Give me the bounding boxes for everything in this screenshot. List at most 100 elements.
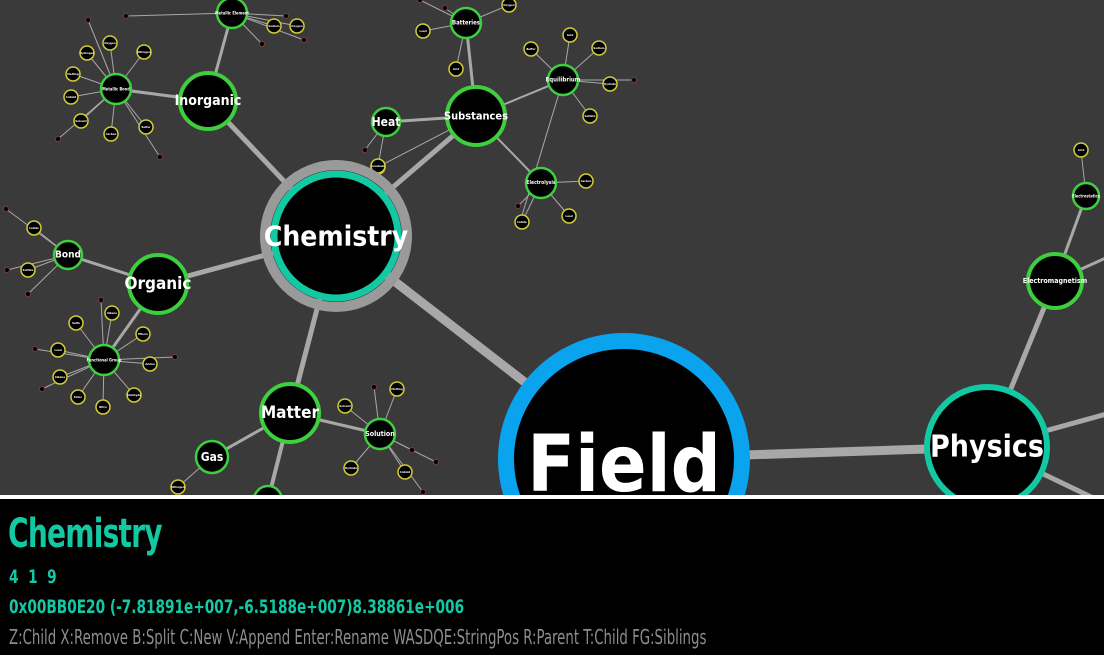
node-electrostat[interactable]: Electrostatics (1071, 181, 1101, 211)
node-dot (32, 346, 38, 352)
node-acid[interactable]: Acid (562, 27, 578, 43)
node-dot (157, 154, 163, 160)
node-alkane[interactable]: Alkane (52, 369, 68, 385)
node-label-hydrate: Hydrate (604, 82, 616, 86)
node-buffer[interactable]: Buffer (523, 41, 539, 57)
node-electrolysis[interactable]: Electrolysis (524, 166, 558, 200)
node-dot (409, 447, 415, 453)
node-dot (123, 13, 129, 19)
node-dot (3, 206, 9, 212)
mind-map-canvas[interactable]: Sulfo Alkene Ethers Amine Aldehyde Nitro Ester… (0, 0, 1104, 495)
node-label-solvent: Solvent (75, 119, 87, 123)
node-layer: Sulfo Alkene Ethers Amine Aldehyde Nitro Ester… (3, 0, 1101, 495)
node-label-iodide: Iodide (517, 220, 527, 224)
node-lead[interactable]: Lead (415, 23, 431, 39)
node-bond[interactable]: Bond (52, 239, 84, 271)
node-label-matter: Matter (261, 403, 320, 423)
node-acid[interactable]: Acid (1073, 142, 1089, 158)
graph-view[interactable]: Sulfo Alkene Ethers Amine Aldehyde Nitro Ester… (0, 0, 1104, 495)
node-label-gas: Gas (201, 450, 224, 464)
node-sodium[interactable]: Sodium (591, 40, 607, 56)
node-label-metallic_element: Metallic Element (215, 11, 249, 16)
node-label-colloid: Colloid (400, 470, 410, 474)
node-dot (417, 0, 423, 3)
node-solvent[interactable]: Solvent (73, 113, 89, 129)
node-label-inorganic: Inorganic (175, 93, 242, 109)
node-amine[interactable]: Amine (142, 356, 158, 372)
node-hydrate[interactable]: Hydrate (343, 460, 359, 476)
node-iodide[interactable]: Iodide (514, 214, 530, 230)
node-nitrogen[interactable]: Nitrogen (136, 44, 152, 60)
node-dot (371, 384, 377, 390)
node-dot (283, 13, 289, 19)
node-electromag[interactable]: Electromagnetism (1023, 252, 1088, 310)
node-label-physics: Physics (930, 430, 1044, 465)
node-label-solution: Solution (365, 430, 394, 438)
node-chemistry[interactable]: Chemistry (260, 160, 412, 312)
node-lead[interactable]: Lead (561, 208, 577, 224)
node-heat[interactable]: Heat (370, 106, 402, 138)
node-label-acid: Acid (567, 33, 574, 37)
node-label-carbon: Carbon (106, 132, 117, 136)
node-organic[interactable]: Organic (124, 253, 192, 315)
node-nitrogen[interactable]: Nitrogen (170, 479, 186, 495)
node-nitro[interactable]: Nitro (95, 399, 111, 415)
node-ring (253, 484, 283, 495)
node-colloid[interactable]: Colloid (397, 464, 413, 480)
node-label-sodium: Sodium (268, 24, 280, 28)
node-gas[interactable]: Gas (194, 439, 230, 475)
node-metalel[interactable]: Metallic Element (215, 0, 249, 30)
node-ester[interactable]: Ester (70, 389, 86, 405)
node-batteries[interactable]: Batteries (449, 6, 483, 40)
node-field[interactable]: Field (498, 333, 750, 495)
node-label-ethers: Ethers (138, 332, 148, 336)
node-carbon[interactable]: Carbon (103, 126, 119, 142)
node-label-buffer: Buffer (526, 47, 536, 51)
node-iodide[interactable]: Iodide (26, 220, 42, 236)
node-label-nitrogen: Nitrogen (137, 50, 150, 54)
node-dot (631, 77, 637, 83)
node-metalbond[interactable]: Metallic Bond (99, 72, 133, 106)
node-sulfate[interactable]: Sulfate (20, 262, 36, 278)
node-ethers[interactable]: Ethers (135, 326, 151, 342)
node-physics[interactable]: Physics (924, 384, 1050, 495)
node-dot (259, 41, 265, 47)
node-sulfate[interactable]: Sulfate (582, 108, 598, 124)
node-lead[interactable]: Lead (50, 342, 66, 358)
node-label-alkene: Alkene (107, 311, 117, 315)
node-sulfur[interactable]: Sulfur (138, 119, 154, 135)
node-funcgroup[interactable]: Functional Group (87, 343, 122, 377)
node-sulfo[interactable]: Sulfo (68, 315, 84, 331)
node-oxygen[interactable]: Oxygen (289, 18, 305, 34)
node-melting[interactable]: Melting (65, 66, 81, 82)
node-label-ester: Ester (74, 395, 83, 399)
node-oxygen[interactable]: Oxygen (501, 0, 517, 13)
node-label-carbon: Carbon (581, 179, 592, 183)
node-label-nitrogen: Nitrogen (171, 485, 184, 489)
node-label-melting: Melting (67, 72, 79, 76)
node-colloid[interactable]: Colloid (63, 89, 79, 105)
node-sodium[interactable]: Sodium (266, 18, 282, 34)
node-hydrate[interactable]: Hydrate (602, 76, 618, 92)
node-inorganic[interactable]: Inorganic (175, 71, 242, 131)
node-matterDown[interactable] (253, 484, 283, 495)
node-acid[interactable]: Acid (448, 61, 464, 77)
node-aldehyde[interactable]: Aldehyde (126, 387, 142, 403)
node-solvent[interactable]: Solvent (337, 398, 353, 414)
node-dot (442, 5, 448, 11)
node-label-oxygen: Oxygen (291, 24, 303, 28)
node-dot (433, 459, 439, 465)
node-matter[interactable]: Matter (259, 382, 321, 444)
node-carbon[interactable]: Carbon (578, 173, 594, 189)
node-alkene[interactable]: Alkene (104, 305, 120, 321)
node-label-hydrogen: Hydrogen (80, 51, 95, 55)
node-hydrogen[interactable]: Hydrogen (79, 45, 95, 61)
node-melting[interactable]: Melting (389, 381, 405, 397)
node-solution[interactable]: Solution (363, 417, 397, 451)
node-substances[interactable]: Substances (444, 85, 508, 147)
node-label-sulfate: Sulfate (23, 268, 34, 272)
node-oxygen[interactable]: Oxygen (102, 35, 118, 51)
node-dot (172, 354, 178, 360)
node-label-electromagnetism: Electromagnetism (1023, 277, 1088, 285)
node-dot (362, 147, 368, 153)
